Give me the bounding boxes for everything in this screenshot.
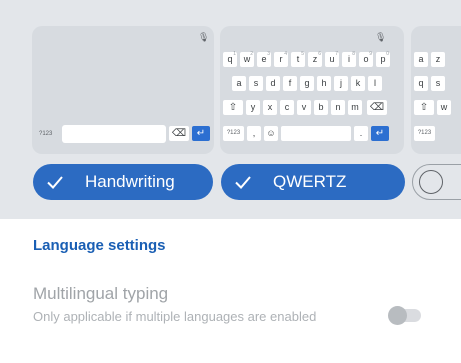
key-s: s bbox=[249, 76, 263, 91]
handwriting-input-area bbox=[62, 125, 166, 143]
key-f: f bbox=[283, 76, 297, 91]
key-o: o9 bbox=[359, 51, 373, 67]
qwertz-layout-toggle[interactable]: QWERTZ bbox=[221, 164, 405, 200]
key-a: a bbox=[414, 52, 428, 67]
language-settings-heading: Language settings bbox=[33, 237, 166, 254]
key-m: m bbox=[348, 100, 362, 115]
emoji-icon: ☺ bbox=[264, 126, 278, 141]
switch-thumb bbox=[388, 306, 407, 325]
key-w: w bbox=[437, 100, 451, 115]
key-j: j bbox=[334, 76, 348, 91]
key-v: v bbox=[297, 100, 311, 115]
key-t: t5 bbox=[291, 51, 305, 67]
key-q: q1 bbox=[223, 51, 237, 67]
multilingual-typing-title: Multilingual typing bbox=[33, 284, 169, 303]
handwriting-layout-label: Handwriting bbox=[85, 172, 175, 191]
key-space bbox=[281, 126, 351, 141]
key-r: r4 bbox=[274, 51, 288, 67]
checkmark-icon bbox=[47, 176, 63, 189]
backspace-icon: ⌫ bbox=[169, 126, 189, 141]
key-comma: , bbox=[247, 126, 261, 141]
key-i: i8 bbox=[342, 51, 356, 67]
mic-icon: 🎙 bbox=[375, 32, 387, 42]
key-q: q bbox=[414, 76, 428, 91]
multilingual-typing-description: Only applicable if multiple languages ar… bbox=[33, 309, 317, 324]
key-c: c bbox=[280, 100, 294, 115]
shift-icon: ⇧ bbox=[223, 100, 243, 115]
key-l: l bbox=[368, 76, 382, 91]
key-n: n bbox=[331, 100, 345, 115]
layout-selector-panel: 🎙 ?123 ⌫ ↵ 🎙 q1 w2 e3 r4 t5 z6 u7 i8 o9 … bbox=[0, 0, 461, 219]
qwertz-layout-label: QWERTZ bbox=[273, 172, 347, 191]
azerty-layout-toggle[interactable] bbox=[412, 164, 461, 200]
backspace-icon: ⌫ bbox=[367, 100, 387, 115]
key-d: d bbox=[266, 76, 280, 91]
key-k: k bbox=[351, 76, 365, 91]
key-z: z6 bbox=[308, 51, 322, 67]
qwertz-keyboard-preview[interactable]: 🎙 q1 w2 e3 r4 t5 z6 u7 i8 o9 p0 a s d f … bbox=[220, 26, 404, 154]
azerty-keyboard-preview[interactable]: a z q s ⇧ w ?123 bbox=[411, 26, 461, 154]
enter-icon: ↵ bbox=[371, 126, 389, 141]
enter-icon: ↵ bbox=[192, 126, 210, 141]
shift-icon: ⇧ bbox=[414, 100, 434, 115]
key-x: x bbox=[263, 100, 277, 115]
mic-icon: 🎙 bbox=[198, 32, 210, 42]
symbols-key-label: ?123 bbox=[223, 126, 244, 141]
unchecked-circle-icon bbox=[419, 170, 443, 194]
key-s: s bbox=[431, 76, 445, 91]
handwriting-keyboard-preview[interactable]: 🎙 ?123 ⌫ ↵ bbox=[32, 26, 214, 154]
key-p: p0 bbox=[376, 51, 390, 67]
symbols-key-label: ?123 bbox=[414, 126, 435, 141]
key-u: u7 bbox=[325, 51, 339, 67]
key-e: e3 bbox=[257, 51, 271, 67]
key-y: y bbox=[246, 100, 260, 115]
key-b: b bbox=[314, 100, 328, 115]
key-h: h bbox=[317, 76, 331, 91]
multilingual-typing-switch[interactable] bbox=[388, 306, 421, 325]
key-period: . bbox=[354, 126, 368, 141]
key-a: a bbox=[232, 76, 246, 91]
symbols-key-label: ?123 bbox=[39, 131, 53, 137]
checkmark-icon bbox=[235, 176, 251, 189]
key-g: g bbox=[300, 76, 314, 91]
handwriting-layout-toggle[interactable]: Handwriting bbox=[33, 164, 213, 200]
key-z: z bbox=[431, 52, 445, 67]
key-w: w2 bbox=[240, 51, 254, 67]
